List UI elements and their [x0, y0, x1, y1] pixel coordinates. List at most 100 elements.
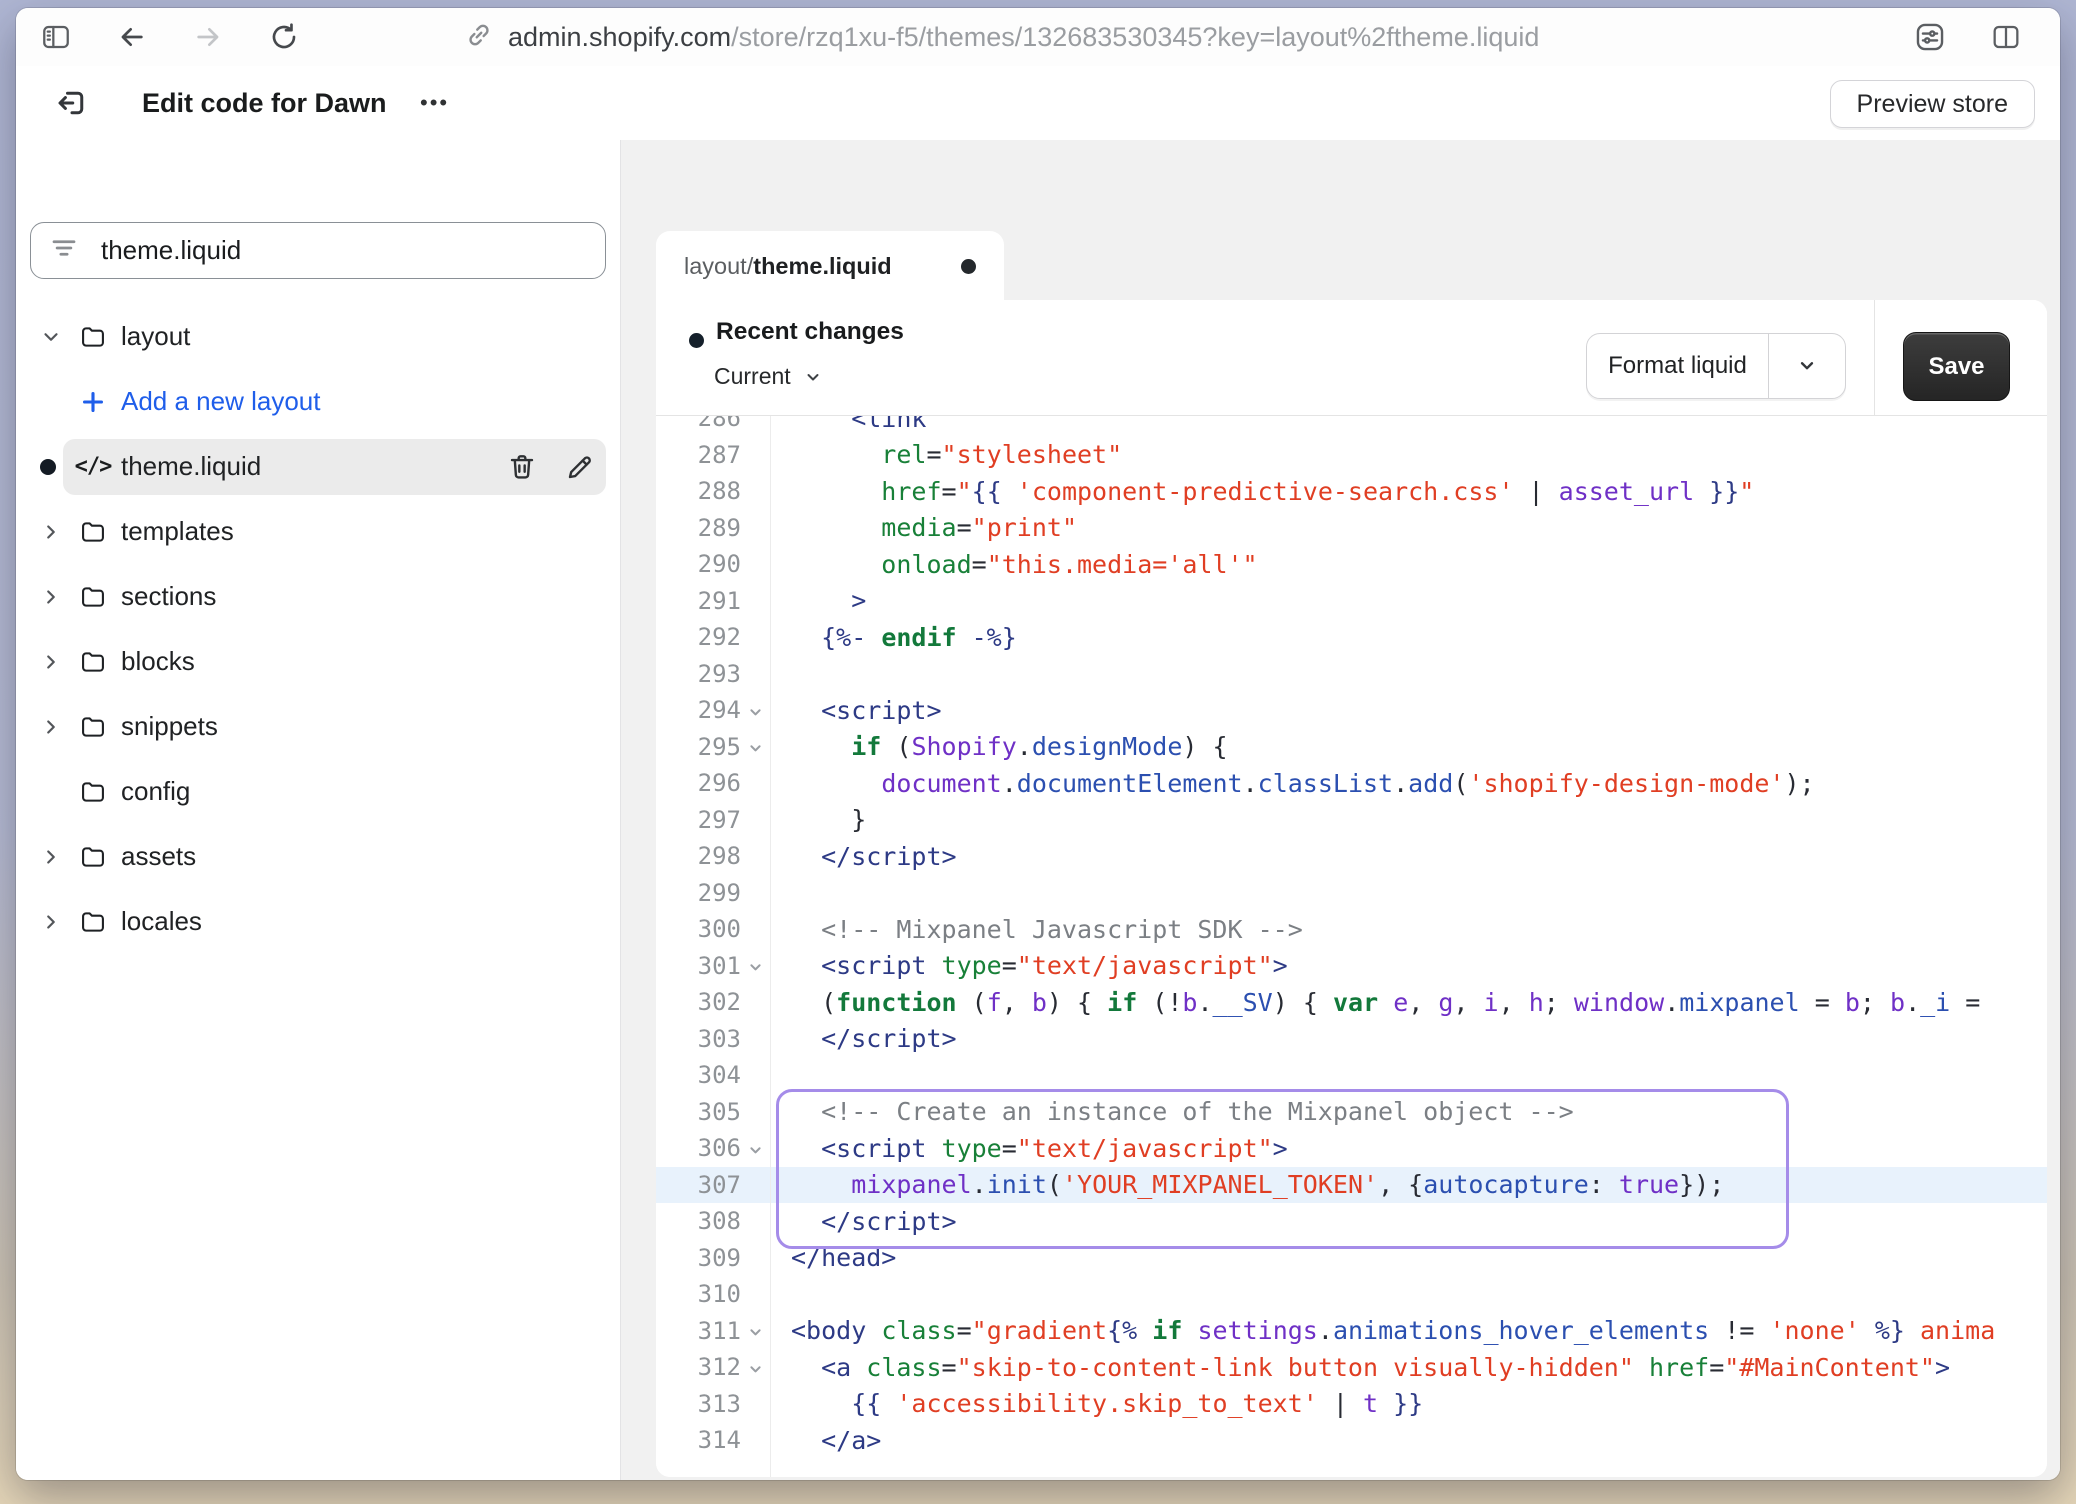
- code-line-304[interactable]: 304: [656, 1057, 2047, 1094]
- code-line-303[interactable]: 303 </script>: [656, 1021, 2047, 1058]
- save-button[interactable]: Save: [1903, 332, 2010, 401]
- code-text[interactable]: <a class="skip-to-content-link button vi…: [770, 1353, 1950, 1382]
- code-line-311[interactable]: 311<body class="gradient{% if settings.a…: [656, 1313, 2047, 1350]
- browser-sidebar-toggle-icon[interactable]: [38, 19, 74, 55]
- code-text[interactable]: >: [770, 586, 866, 615]
- fold-chevron-icon[interactable]: [741, 1321, 770, 1340]
- code-text[interactable]: </head>: [770, 1243, 896, 1272]
- code-line-307[interactable]: 307 mixpanel.init('YOUR_MIXPANEL_TOKEN',…: [656, 1167, 2047, 1204]
- tree-item-body[interactable]: Add a new layout: [63, 374, 606, 430]
- back-arrow-icon[interactable]: [114, 19, 150, 55]
- format-liquid-button[interactable]: Format liquid: [1587, 334, 1768, 398]
- sidebar-item-layout[interactable]: layout: [30, 304, 606, 369]
- sidebar-item-theme-liquid[interactable]: </>theme.liquid: [30, 434, 606, 499]
- sidebar-item-config[interactable]: config: [30, 759, 606, 824]
- code-text[interactable]: document.documentElement.classList.add('…: [770, 769, 1815, 798]
- reload-icon[interactable]: [266, 19, 302, 55]
- tree-item-body[interactable]: assets: [63, 829, 606, 885]
- code-text[interactable]: }: [770, 805, 866, 834]
- code-line-309[interactable]: 309</head>: [656, 1240, 2047, 1277]
- fold-chevron-icon[interactable]: [741, 1358, 770, 1377]
- code-line-296[interactable]: 296 document.documentElement.classList.a…: [656, 765, 2047, 802]
- chevron-right-icon[interactable]: [30, 651, 63, 673]
- code-line-306[interactable]: 306 <script type="text/javascript">: [656, 1130, 2047, 1167]
- code-text[interactable]: onload="this.media='all'": [770, 550, 1258, 579]
- search-input[interactable]: [99, 234, 587, 267]
- sidebar-item-templates[interactable]: templates: [30, 499, 606, 564]
- code-line-292[interactable]: 292 {%- endif -%}: [656, 619, 2047, 656]
- code-line-289[interactable]: 289 media="print": [656, 510, 2047, 547]
- sidebar-item-snippets[interactable]: snippets: [30, 694, 606, 759]
- code-text[interactable]: </a>: [770, 1426, 881, 1455]
- page-settings-icon[interactable]: [1912, 19, 1948, 55]
- code-text[interactable]: (function (f, b) { if (!b.__SV) { var e,…: [770, 988, 1980, 1017]
- chevron-right-icon[interactable]: [30, 846, 63, 868]
- version-dropdown[interactable]: Current: [714, 363, 823, 390]
- code-text[interactable]: </script>: [770, 1024, 957, 1053]
- tab-theme-liquid[interactable]: layout/theme.liquid: [656, 231, 1004, 301]
- code-text[interactable]: </script>: [770, 842, 957, 871]
- tree-item-body[interactable]: </>theme.liquid: [63, 439, 606, 495]
- code-line-312[interactable]: 312 <a class="skip-to-content-link butto…: [656, 1349, 2047, 1386]
- code-text[interactable]: {{ 'accessibility.skip_to_text' | t }}: [770, 1389, 1423, 1418]
- code-text[interactable]: <body class="gradient{% if settings.anim…: [770, 1316, 1995, 1345]
- format-liquid-caret[interactable]: [1768, 334, 1845, 398]
- code-line-305[interactable]: 305 <!-- Create an instance of the Mixpa…: [656, 1094, 2047, 1131]
- code-text[interactable]: <script type="text/javascript">: [770, 951, 1288, 980]
- fold-chevron-icon[interactable]: [741, 701, 770, 720]
- code-text[interactable]: <script type="text/javascript">: [770, 1134, 1288, 1163]
- tree-item-body[interactable]: config: [63, 764, 606, 820]
- code-line-295[interactable]: 295 if (Shopify.designMode) {: [656, 729, 2047, 766]
- code-line-286[interactable]: 286 <link: [656, 415, 2047, 437]
- code-line-294[interactable]: 294 <script>: [656, 692, 2047, 729]
- code-text[interactable]: <script>: [770, 696, 942, 725]
- chevron-right-icon[interactable]: [30, 586, 63, 608]
- tree-item-body[interactable]: blocks: [63, 634, 606, 690]
- fold-chevron-icon[interactable]: [741, 1139, 770, 1158]
- file-search-box[interactable]: [30, 222, 606, 279]
- tree-item-body[interactable]: templates: [63, 504, 606, 560]
- more-actions-button[interactable]: •••: [414, 85, 455, 121]
- code-text[interactable]: media="print": [770, 513, 1077, 542]
- code-line-287[interactable]: 287 rel="stylesheet": [656, 437, 2047, 474]
- exit-editor-icon[interactable]: [52, 83, 92, 123]
- sidebar-item-blocks[interactable]: blocks: [30, 629, 606, 694]
- code-line-300[interactable]: 300 <!-- Mixpanel Javascript SDK -->: [656, 911, 2047, 948]
- tree-item-body[interactable]: locales: [63, 894, 606, 950]
- code-line-308[interactable]: 308 </script>: [656, 1203, 2047, 1240]
- sidebar-item-sections[interactable]: sections: [30, 564, 606, 629]
- sidebar-item-locales[interactable]: locales: [30, 889, 606, 954]
- code-line-299[interactable]: 299: [656, 875, 2047, 912]
- tree-item-body[interactable]: snippets: [63, 699, 606, 755]
- code-line-288[interactable]: 288 href="{{ 'component-predictive-searc…: [656, 473, 2047, 510]
- code-line-310[interactable]: 310: [656, 1276, 2047, 1313]
- code-line-297[interactable]: 297 }: [656, 802, 2047, 839]
- trash-button[interactable]: [504, 449, 540, 485]
- sidebar-item-assets[interactable]: assets: [30, 824, 606, 889]
- code-text[interactable]: {%- endif -%}: [770, 623, 1017, 652]
- code-text[interactable]: rel="stylesheet": [770, 440, 1122, 469]
- fold-chevron-icon[interactable]: [741, 737, 770, 756]
- tree-item-body[interactable]: sections: [63, 569, 606, 625]
- code-text[interactable]: <!-- Mixpanel Javascript SDK -->: [770, 915, 1303, 944]
- code-line-290[interactable]: 290 onload="this.media='all'": [656, 546, 2047, 583]
- chevron-right-icon[interactable]: [30, 911, 63, 933]
- sidebar-item-add-a-new-layout[interactable]: Add a new layout: [30, 369, 606, 434]
- pencil-button[interactable]: [562, 449, 598, 485]
- code-editor[interactable]: 286 <link287 rel="stylesheet"288 href="{…: [656, 415, 2047, 1477]
- code-line-291[interactable]: 291 >: [656, 583, 2047, 620]
- fold-chevron-icon[interactable]: [741, 956, 770, 975]
- url-bar[interactable]: admin.shopify.com/store/rzq1xu-f5/themes…: [464, 8, 1539, 66]
- code-line-302[interactable]: 302 (function (f, b) { if (!b.__SV) { va…: [656, 984, 2047, 1021]
- code-text[interactable]: if (Shopify.designMode) {: [770, 732, 1228, 761]
- code-text[interactable]: href="{{ 'component-predictive-search.cs…: [770, 477, 1754, 506]
- code-line-298[interactable]: 298 </script>: [656, 838, 2047, 875]
- code-text[interactable]: </script>: [770, 1207, 957, 1236]
- chevron-down-icon[interactable]: [30, 326, 63, 348]
- preview-store-button[interactable]: Preview store: [1830, 80, 2035, 128]
- code-line-293[interactable]: 293: [656, 656, 2047, 693]
- code-text[interactable]: <!-- Create an instance of the Mixpanel …: [770, 1097, 1574, 1126]
- chevron-right-icon[interactable]: [30, 521, 63, 543]
- code-line-314[interactable]: 314 </a>: [656, 1422, 2047, 1459]
- code-text[interactable]: mixpanel.init('YOUR_MIXPANEL_TOKEN', {au…: [770, 1170, 1724, 1199]
